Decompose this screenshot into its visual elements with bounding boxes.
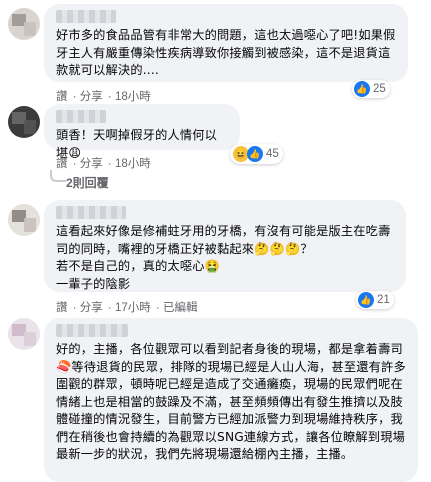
comment-actions: 讚 · 分享 · 17小時 · 已編輯 (56, 302, 198, 314)
timestamp[interactable]: 17小時 (115, 302, 151, 314)
author-name[interactable] (56, 10, 116, 23)
like-icon: 👍 (247, 146, 263, 162)
avatar[interactable] (8, 204, 40, 236)
comment-bubble: 這看起來好像是修補蛀牙用的牙橋，有沒有可能是版主在吃壽司的同時，嘴裡的牙橋正好被… (44, 200, 406, 292)
like-icon: 👍 (358, 292, 374, 308)
comment-text: 這看起來好像是修補蛀牙用的牙橋，有沒有可能是版主在吃壽司的同時，嘴裡的牙橋正好被… (56, 224, 391, 291)
view-replies-link[interactable]: 2則回覆 (66, 174, 109, 191)
author-name[interactable] (56, 206, 126, 219)
like-button[interactable]: 讚 (56, 158, 68, 170)
like-button[interactable]: 讚 (56, 302, 68, 314)
reaction-summary[interactable]: 👍 21 (356, 291, 394, 309)
reaction-count: 21 (377, 294, 390, 306)
reaction-summary[interactable]: 😆 👍 45 (230, 144, 283, 164)
comment-bubble: 好市多的食品品管有非常大的問題，這也太過噁心了吧!如果假牙主人有嚴重傳染性疾病導… (44, 4, 408, 82)
comment-bubble: 好的，主播，各位觀眾可以看到記者身後的現場，都是拿着壽司🍣等待退貨的民眾，排隊的… (44, 318, 418, 482)
avatar[interactable] (8, 318, 40, 350)
comment-actions: 讚 · 分享 · 18小時 (56, 158, 151, 170)
reaction-count: 25 (373, 83, 386, 95)
like-icon: 👍 (354, 81, 370, 97)
comment-text: 好的，主播，各位觀眾可以看到記者身後的現場，都是拿着壽司🍣等待退貨的民眾，排隊的… (56, 342, 406, 461)
avatar[interactable] (8, 8, 40, 40)
edited-label: 已編輯 (163, 302, 198, 314)
reaction-summary[interactable]: 👍 25 (352, 80, 390, 98)
share-button[interactable]: 分享 (80, 91, 103, 103)
timestamp[interactable]: 18小時 (115, 91, 151, 103)
like-button[interactable]: 讚 (56, 91, 68, 103)
share-button[interactable]: 分享 (80, 302, 103, 314)
reaction-count: 45 (266, 148, 279, 160)
comment-bubble: 頭香！天啊掉假牙的人情何以堪😩 (44, 104, 240, 160)
share-button[interactable]: 分享 (80, 158, 103, 170)
avatar[interactable] (8, 106, 40, 138)
comment-actions: 讚 · 分享 · 18小時 (56, 91, 151, 103)
author-name[interactable] (56, 324, 128, 337)
timestamp[interactable]: 18小時 (115, 158, 151, 170)
author-name[interactable] (56, 110, 106, 123)
comment-text: 好市多的食品品管有非常大的問題，這也太過噁心了吧!如果假牙主人有嚴重傳染性疾病導… (56, 28, 396, 77)
reply-connector (50, 170, 66, 182)
